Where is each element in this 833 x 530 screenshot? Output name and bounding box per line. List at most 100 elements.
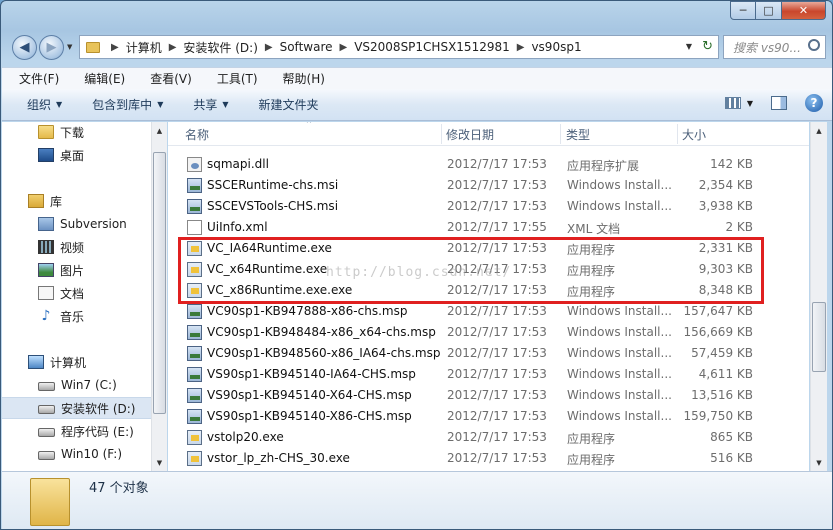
breadcrumb-separator-icon[interactable]: ▶ <box>340 42 348 53</box>
exe-icon <box>187 451 202 466</box>
file-row[interactable]: VS90sp1-KB945140-X64-CHS.msp 2012/7/17 17… <box>168 385 809 406</box>
refresh-icon[interactable]: ↻ <box>702 39 713 54</box>
file-row[interactable]: vstolp20.exe 2012/7/17 17:53 应用程序 865 KB <box>168 427 809 448</box>
address-bar[interactable]: ▶ 计算机 ▶ 安装软件 (D:) ▶ Software ▶ VS2008SP1CHSX151… <box>79 35 719 59</box>
file-date: 2012/7/17 17:53 <box>447 430 547 444</box>
organize-button[interactable]: 组织 ▼ <box>2 96 74 113</box>
search-icon[interactable] <box>808 39 820 51</box>
breadcrumb-item[interactable]: 计算机 <box>126 39 162 56</box>
column-type[interactable]: 类型 <box>550 126 590 143</box>
nav-item[interactable]: 库 <box>2 190 151 212</box>
menu-tools[interactable]: 工具(T) <box>200 70 266 87</box>
file-date: 2012/7/17 17:53 <box>447 304 547 318</box>
preview-pane-icon[interactable] <box>771 96 787 110</box>
column-date[interactable]: 修改日期 <box>430 126 494 143</box>
file-row[interactable]: vstor_lp_zh-CHS_30.exe 2012/7/17 17:53 应用程… <box>168 448 809 469</box>
breadcrumb-separator-icon[interactable]: ▶ <box>265 42 273 53</box>
breadcrumb-item[interactable]: vs90sp1 <box>531 40 581 54</box>
address-dropdown-icon[interactable]: ▼ <box>686 42 692 51</box>
share-button[interactable]: 共享 ▼ <box>175 96 240 113</box>
msi-icon <box>187 304 202 319</box>
file-row[interactable]: sqmapi.dll 2012/7/17 17:53 应用程序扩展 142 KB <box>168 154 809 175</box>
nav-scrollbar[interactable]: ▲ ▼ <box>151 122 167 471</box>
pictures-icon <box>38 263 54 277</box>
close-button[interactable]: ✕ <box>782 1 826 20</box>
file-name: SSCERuntime-chs.msi <box>207 178 339 192</box>
breadcrumb-item[interactable]: 安装软件 (D:) <box>183 39 257 56</box>
file-type: Windows Install... <box>567 409 672 423</box>
nav-item[interactable]: 桌面 <box>2 144 151 166</box>
nav-item-label: 音乐 <box>60 309 85 324</box>
nav-item-label: 计算机 <box>50 355 87 370</box>
menu-edit[interactable]: 编辑(E) <box>67 70 133 87</box>
nav-item-label: 安装软件 (D:) <box>61 401 136 416</box>
msi-icon <box>187 178 202 193</box>
menu-help[interactable]: 帮助(H) <box>266 70 333 87</box>
file-size: 142 KB <box>710 157 753 171</box>
msi-icon <box>187 409 202 424</box>
file-row[interactable]: VC90sp1-KB948560-x86_IA64-chs.msp 2012/7/… <box>168 343 809 364</box>
nav-scroll-thumb[interactable] <box>153 152 166 414</box>
scroll-up-icon[interactable]: ▲ <box>152 122 167 139</box>
nav-item[interactable]: 计算机 <box>2 351 151 373</box>
breadcrumb-separator-icon[interactable]: ▶ <box>517 42 525 53</box>
file-date: 2012/7/17 17:53 <box>447 199 547 213</box>
menu-view[interactable]: 查看(V) <box>133 70 200 87</box>
view-options-button[interactable]: ▼ <box>724 97 753 109</box>
computer-icon <box>28 355 44 369</box>
item-count: 47 个对象 <box>89 481 149 496</box>
column-size[interactable]: 大小 <box>666 126 706 143</box>
file-row[interactable]: VC90sp1-KB947888-x86-chs.msp 2012/7/17 17… <box>168 301 809 322</box>
drive-icon <box>38 451 55 460</box>
help-icon[interactable]: ? <box>805 94 823 112</box>
file-type: Windows Install... <box>567 178 672 192</box>
nav-item[interactable]: Win10 (F:) <box>2 443 151 465</box>
breadcrumb-separator-icon[interactable]: ▶ <box>169 42 177 53</box>
nav-item[interactable]: Subversion <box>2 213 151 235</box>
desktop-icon <box>38 148 54 162</box>
forward-button[interactable]: ▶ <box>39 35 64 60</box>
breadcrumb-item[interactable]: Software <box>280 40 333 54</box>
scroll-down-icon[interactable]: ▼ <box>811 454 827 471</box>
nav-item[interactable]: 文档 <box>2 282 151 304</box>
nav-item[interactable]: 下载 <box>2 122 151 143</box>
file-scrollbar[interactable]: ▲ ▼ <box>810 122 827 471</box>
file-type: 应用程序 <box>567 453 616 467</box>
recent-pages-dropdown[interactable]: ▼ <box>67 43 72 51</box>
breadcrumb-item[interactable]: VS2008SP1CHSX1512981 <box>354 40 510 54</box>
details-view-icon <box>724 97 741 109</box>
nav-item[interactable]: 视频 <box>2 236 151 258</box>
scroll-up-icon[interactable]: ▲ <box>811 122 827 139</box>
file-name: vstor_lp_zh-CHS_30.exe <box>207 451 350 465</box>
file-row[interactable]: VS90sp1-KB945140-X86-CHS.msp 2012/7/17 17… <box>168 406 809 427</box>
file-row[interactable]: VS90sp1-KB945140-IA64-CHS.msp 2012/7/17 1… <box>168 364 809 385</box>
nav-item[interactable]: Win7 (C:) <box>2 374 151 396</box>
minimize-button[interactable]: ─ <box>730 1 756 20</box>
column-header: ^ 名称 修改日期 类型 大小 <box>168 122 809 146</box>
scroll-down-icon[interactable]: ▼ <box>152 454 167 471</box>
nav-item[interactable]: 图片 <box>2 259 151 281</box>
command-bar: 组织 ▼ 包含到库中 ▼ 共享 ▼ 新建文件夹 ▼ ? <box>2 89 832 121</box>
file-row[interactable]: SSCERuntime-chs.msi 2012/7/17 17:53 Window… <box>168 175 809 196</box>
nav-item[interactable]: 程序代码 (E:) <box>2 420 151 442</box>
file-row[interactable]: UiInfo.xml 2012/7/17 17:55 XML 文档 2 KB <box>168 217 809 238</box>
column-name[interactable]: 名称 <box>169 126 209 143</box>
search-input[interactable]: 搜索 vs90... <box>723 35 826 59</box>
file-scroll-thumb[interactable] <box>812 302 826 372</box>
nav-item[interactable]: 安装软件 (D:) <box>2 397 151 419</box>
back-button[interactable]: ◀ <box>12 35 37 60</box>
maximize-button[interactable]: □ <box>756 1 782 20</box>
file-date: 2012/7/17 17:53 <box>447 325 547 339</box>
nav-item-label: 下载 <box>60 125 85 140</box>
new-folder-button[interactable]: 新建文件夹 <box>241 96 331 113</box>
breadcrumb-separator-icon[interactable]: ▶ <box>111 42 119 53</box>
nav-item[interactable]: ♪ 音乐 <box>2 305 151 327</box>
file-name: SSCEVSTools-CHS.msi <box>207 199 339 213</box>
file-date: 2012/7/17 17:53 <box>447 451 547 465</box>
nav-item-label: 程序代码 (E:) <box>61 424 134 439</box>
file-row[interactable]: SSCEVSTools-CHS.msi 2012/7/17 17:53 Window… <box>168 196 809 217</box>
file-row[interactable]: VC90sp1-KB948484-x86_x64-chs.msp 2012/7/1… <box>168 322 809 343</box>
file-type: 应用程序 <box>567 432 616 446</box>
include-in-library-button[interactable]: 包含到库中 ▼ <box>74 96 175 113</box>
menu-file[interactable]: 文件(F) <box>2 70 67 87</box>
